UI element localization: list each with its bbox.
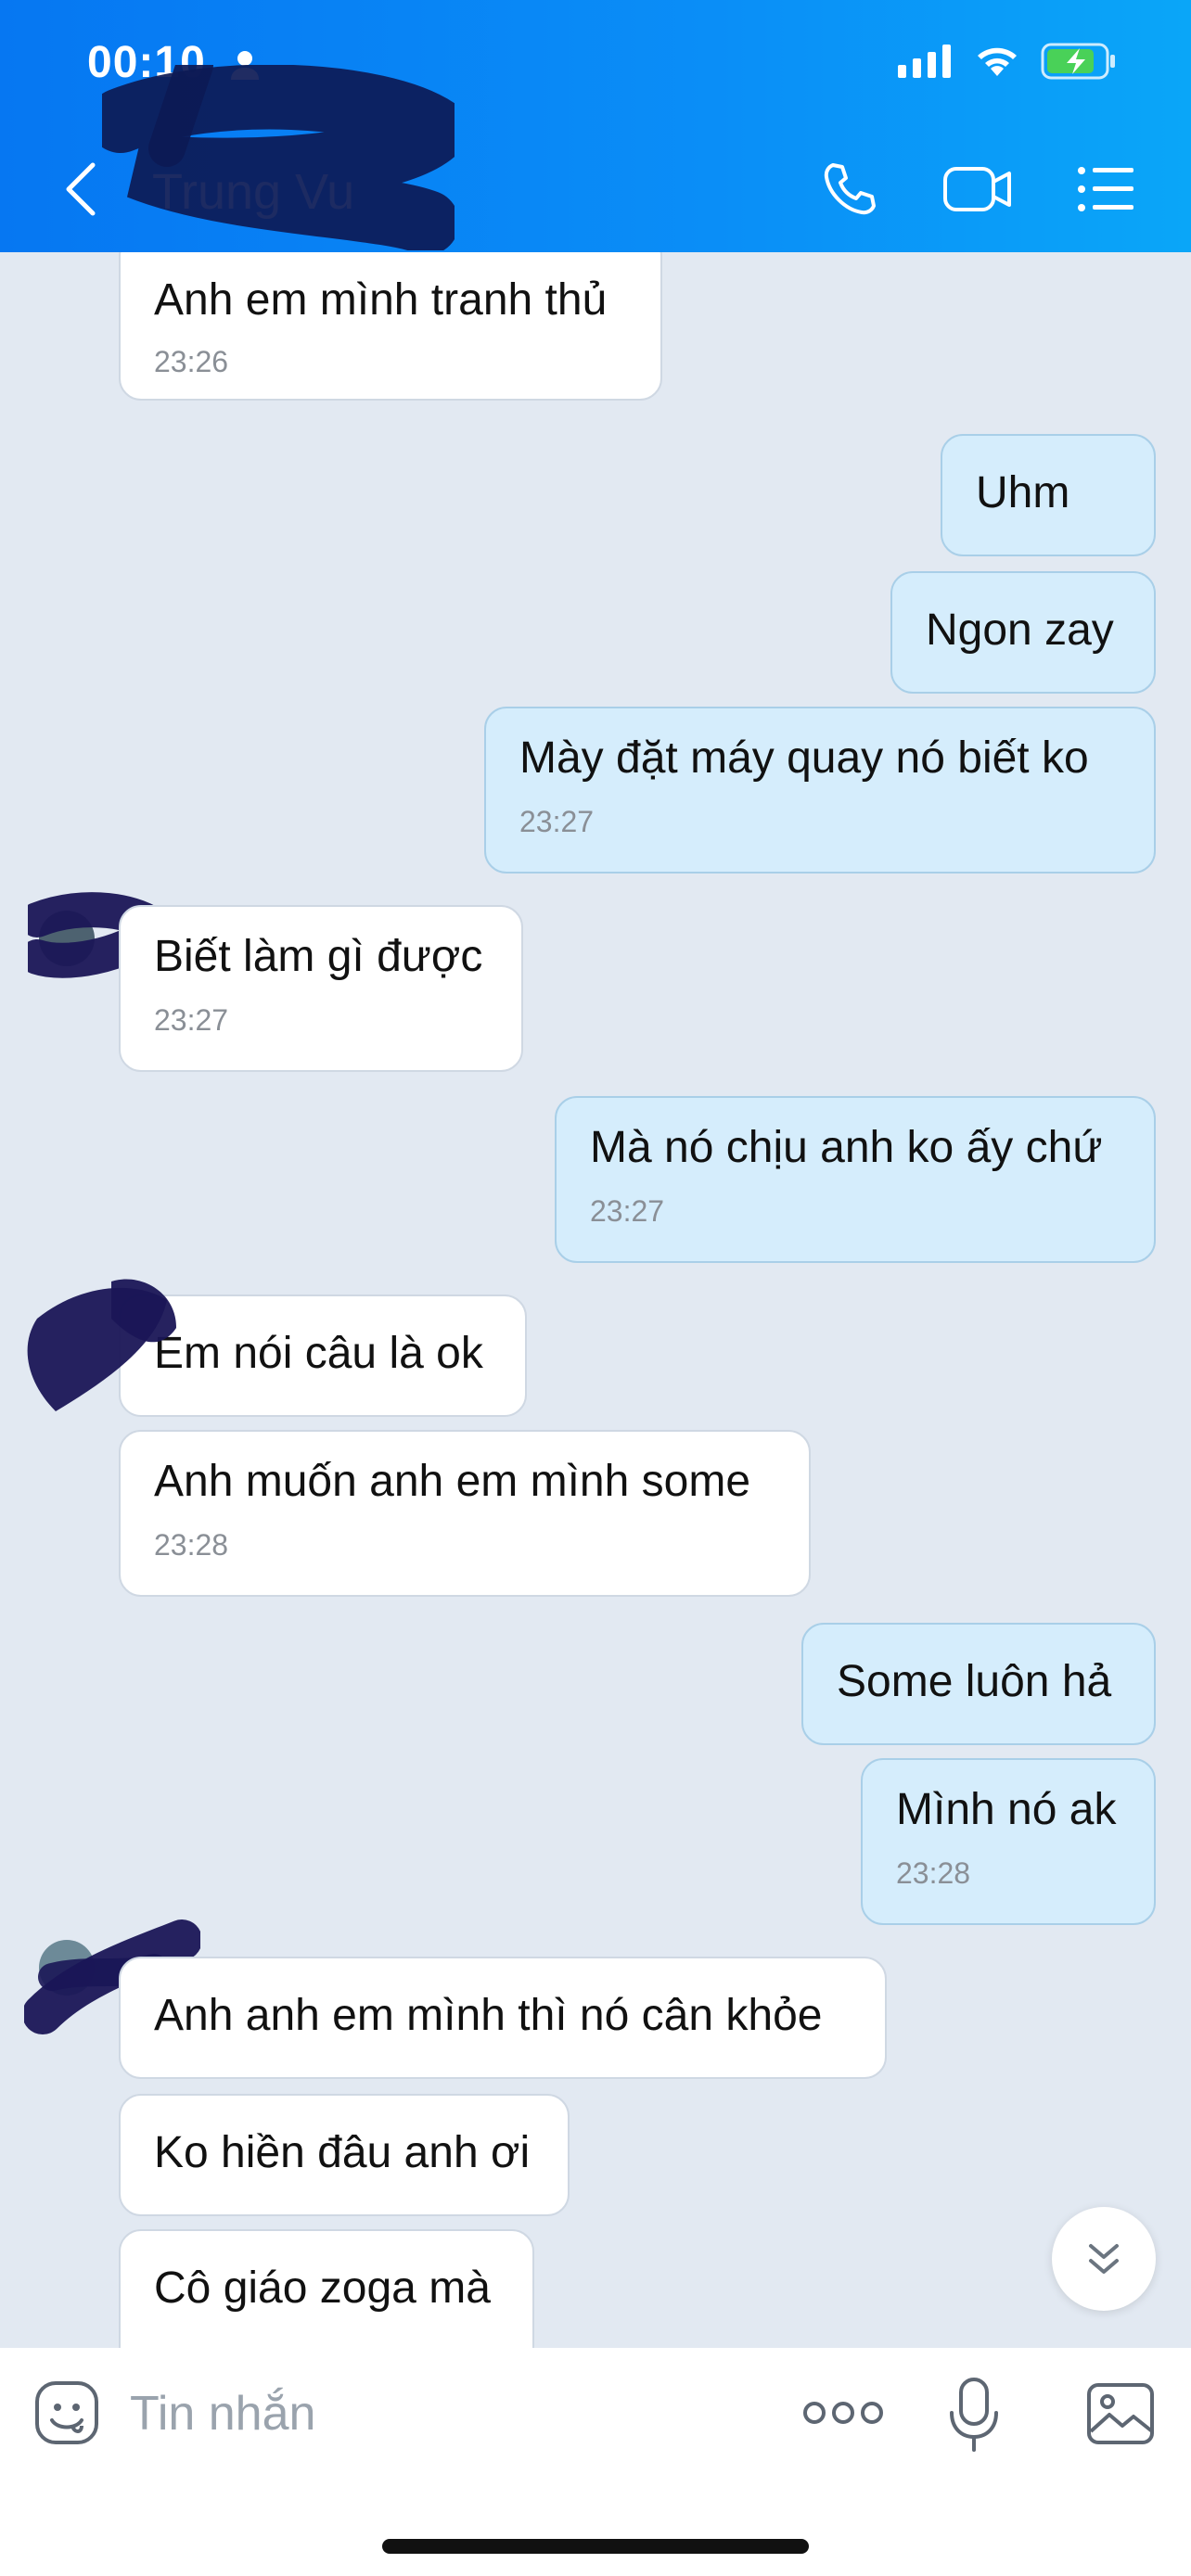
message-text: Some luôn hả (837, 1657, 1112, 1706)
phone-icon[interactable] (820, 159, 879, 219)
battery-icon (1041, 43, 1115, 80)
message-text: Ngon zay (926, 606, 1114, 655)
message-text: Cô giáo zoga mà (154, 2264, 491, 2313)
message-bubble[interactable]: Uhm (941, 434, 1156, 556)
message-bubble[interactable]: Anh anh em mình thì nó cân khỏe (119, 1957, 887, 2079)
message-bubble[interactable]: Cô giáo zoga mà (119, 2229, 534, 2348)
message-text: Anh anh em mình thì nó cân khỏe (154, 1991, 823, 2040)
message-time: 23:28 (154, 1528, 229, 1562)
message-text: Mà nó chịu anh ko ấy chứ (590, 1123, 1103, 1172)
status-icons (898, 43, 1117, 80)
message-list[interactable]: Anh em mình tranh thủ 23:26 Uhm Ngon zay… (0, 252, 1191, 2348)
video-icon[interactable] (942, 159, 1013, 219)
message-bubble[interactable]: Mà nó chịu anh ko ấy chứ 23:27 (555, 1096, 1156, 1263)
message-input-bar (0, 2348, 1191, 2576)
message-bubble[interactable]: Ko hiền đâu anh ơi (119, 2094, 570, 2216)
message-bubble[interactable]: Biết làm gì được 23:27 (119, 905, 523, 1072)
message-time: 23:27 (590, 1194, 665, 1228)
home-indicator (382, 2539, 809, 2554)
avatar-redaction (27, 1279, 176, 1411)
message-text: Anh muốn anh em mình some (154, 1457, 751, 1506)
signal-icon (898, 45, 951, 78)
message-text: Mày đặt máy quay nó biết ko (519, 733, 1089, 783)
message-text: Anh em mình tranh thủ (154, 275, 608, 325)
message-text: Em nói câu là ok (154, 1329, 483, 1378)
message-text: Uhm (976, 468, 1070, 517)
message-bubble[interactable]: Ngon zay (890, 571, 1156, 694)
message-bubble[interactable]: Mình nó ak 23:28 (861, 1758, 1156, 1925)
chat-header: 00:10 Trung Vu (0, 0, 1191, 252)
message-bubble[interactable]: Some luôn hả (801, 1623, 1156, 1745)
message-text: Mình nó ak (896, 1785, 1117, 1834)
chevron-double-down-icon (1089, 2244, 1119, 2274)
microphone-icon[interactable] (948, 2376, 1000, 2454)
message-text: Ko hiền đâu anh ơi (154, 2128, 531, 2177)
back-icon[interactable] (59, 159, 104, 219)
redaction-scribble (102, 65, 455, 250)
image-icon[interactable] (1085, 2381, 1156, 2446)
more-options-icon[interactable] (801, 2394, 885, 2431)
list-icon[interactable] (1076, 159, 1135, 219)
message-time: 23:28 (896, 1856, 971, 1890)
message-bubble[interactable]: Anh em mình tranh thủ 23:26 (119, 252, 662, 401)
wifi-icon (978, 47, 1017, 76)
scroll-to-bottom-button[interactable] (1052, 2207, 1156, 2311)
message-time: 23:27 (519, 805, 595, 838)
message-input[interactable] (130, 2381, 705, 2446)
sticker-icon[interactable] (33, 2379, 100, 2446)
message-text: Biết làm gì được (154, 932, 483, 981)
message-bubble[interactable]: Anh muốn anh em mình some 23:28 (119, 1430, 811, 1597)
message-time: 23:26 (154, 345, 229, 378)
message-bubble[interactable]: Mày đặt máy quay nó biết ko 23:27 (484, 707, 1156, 874)
message-time: 23:27 (154, 1003, 229, 1037)
